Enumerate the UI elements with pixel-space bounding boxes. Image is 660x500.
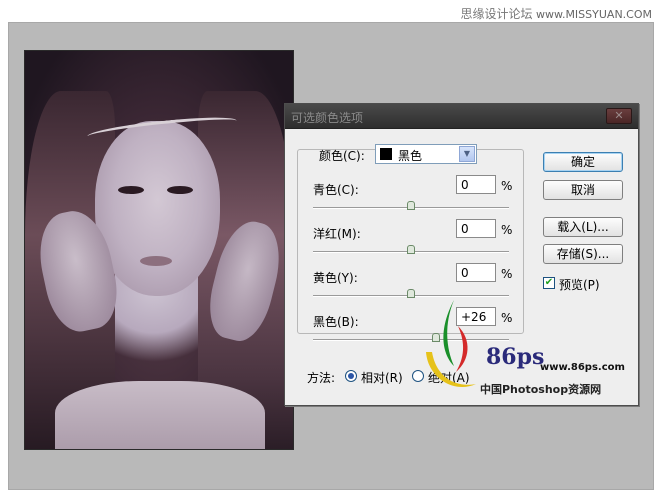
- slider-cyan: 青色(C): 0 %: [313, 175, 513, 221]
- dialog-title: 可选颜色选项: [291, 111, 364, 125]
- slider-magenta-label: 洋红(M):: [313, 227, 361, 241]
- yellow-input[interactable]: 0: [456, 263, 496, 282]
- colors-dropdown-value: 黑色: [398, 149, 423, 163]
- site-watermark: 思缘设计论坛 www.MISSYUAN.COM: [460, 5, 652, 22]
- magenta-slider-thumb[interactable]: [407, 245, 415, 254]
- slider-magenta: 洋红(M): 0 %: [313, 219, 513, 265]
- relative-radio[interactable]: [345, 370, 357, 382]
- slider-cyan-label: 青色(C):: [313, 183, 359, 197]
- cancel-button[interactable]: 取消: [543, 180, 623, 200]
- dialog-titlebar[interactable]: 可选颜色选项 ✕: [285, 104, 638, 129]
- photo-eye-left: [118, 186, 144, 194]
- logo-watermark: 86ps www.86ps.com 中国Photoshop资源网: [420, 296, 630, 398]
- watermark-site-name: 思缘设计论坛: [460, 7, 533, 21]
- photo-shirt: [55, 381, 265, 449]
- yellow-percent: %: [501, 267, 513, 281]
- photo-lips: [140, 256, 172, 266]
- portrait-photo: [24, 50, 294, 450]
- colors-dropdown[interactable]: 黑色 ▼: [375, 144, 477, 164]
- logo-brand: 86ps: [486, 344, 545, 370]
- slider-black-label: 黑色(B):: [313, 315, 359, 329]
- photo-eye-right: [167, 186, 193, 194]
- watermark-url: www.MISSYUAN.COM: [535, 8, 652, 21]
- save-button[interactable]: 存储(S)...: [543, 244, 623, 264]
- cyan-input[interactable]: 0: [456, 175, 496, 194]
- preview-checkbox[interactable]: ✔: [543, 277, 555, 289]
- cyan-percent: %: [501, 179, 513, 193]
- method-label: 方法:: [307, 371, 336, 385]
- relative-label: 相对(R): [361, 371, 403, 385]
- chevron-down-icon[interactable]: ▼: [459, 146, 475, 162]
- magenta-percent: %: [501, 223, 513, 237]
- cyan-slider-thumb[interactable]: [407, 201, 415, 210]
- slider-yellow-label: 黄色(Y):: [313, 271, 358, 285]
- close-icon[interactable]: ✕: [606, 108, 632, 124]
- photo-face: [95, 121, 220, 296]
- ok-button[interactable]: 确定: [543, 152, 623, 172]
- logo-tagline: 中国Photoshop资源网: [480, 383, 602, 396]
- preview-label: 预览(P): [559, 278, 600, 292]
- yellow-slider-thumb[interactable]: [407, 289, 415, 298]
- magenta-input[interactable]: 0: [456, 219, 496, 238]
- color-swatch: [380, 148, 392, 160]
- colors-label: 颜色(C):: [319, 149, 365, 163]
- load-button[interactable]: 载入(L)...: [543, 217, 623, 237]
- logo-swoosh-icon: [426, 300, 476, 388]
- logo-url: www.86ps.com: [540, 362, 625, 373]
